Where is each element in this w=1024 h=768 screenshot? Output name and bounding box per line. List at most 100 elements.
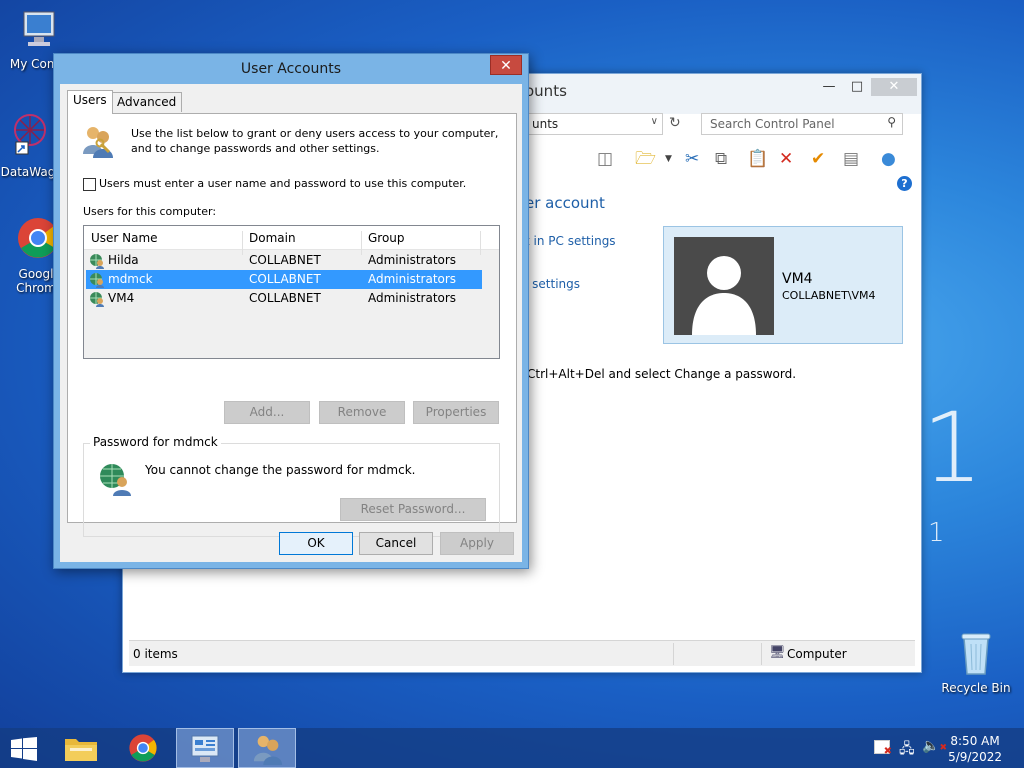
tab-users[interactable]: Users — [67, 90, 113, 114]
system-clock[interactable]: 8:50 AM 5/9/2022 — [948, 733, 1002, 765]
reset-password-button[interactable]: Reset Password... — [340, 498, 486, 521]
folder-icon[interactable]: 🗁 — [635, 146, 656, 172]
status-item-count: 0 items — [133, 647, 178, 661]
chevron-down-icon[interactable]: ∨ — [651, 116, 658, 127]
user-group-cell: Administrators — [368, 291, 457, 305]
rename-icon[interactable]: ▤ — [843, 146, 859, 172]
computer-icon: 🖥 — [769, 645, 786, 660]
watermark-digit: 1 — [922, 392, 984, 504]
address-bar[interactable]: unts ∨ — [525, 113, 663, 135]
require-login-checkbox[interactable] — [83, 178, 96, 191]
status-bar: 0 items 🖥 Computer — [129, 640, 915, 666]
user-domain-cell: COLLABNET — [249, 291, 321, 305]
ok-button[interactable]: OK — [279, 532, 353, 555]
maximize-button[interactable]: □ — [843, 78, 871, 96]
users-list-header: User Name Domain Group — [84, 226, 499, 255]
require-login-label[interactable]: Users must enter a user name and passwor… — [99, 177, 466, 190]
layout-icon[interactable]: ◫ — [597, 146, 613, 172]
taskbar-file-explorer[interactable] — [52, 728, 110, 768]
user-name-cell: VM4 — [108, 291, 135, 305]
users-icon — [253, 735, 283, 765]
avatar — [674, 237, 774, 335]
add-button[interactable]: Add... — [224, 401, 310, 424]
user-accounts-dialog: User Accounts ✕ Users Advanced Use the l… — [53, 53, 529, 569]
recycle-bin-icon — [961, 633, 991, 675]
table-row[interactable]: VM4 COLLABNET Administrators — [86, 289, 482, 308]
chevron-down-icon[interactable]: ▼ — [665, 146, 672, 172]
start-button[interactable] — [0, 728, 48, 768]
table-row-selected[interactable]: mdmck COLLABNET Administrators — [86, 270, 482, 289]
users-icon — [83, 127, 113, 158]
users-tab-panel: Use the list below to grant or deny user… — [67, 113, 517, 537]
dialog-client: Users Advanced Use the list below to gra… — [60, 84, 522, 562]
user-group-cell: Administrators — [368, 272, 457, 286]
user-globe-icon — [100, 464, 131, 496]
password-group: Password for mdmck You cannot change the… — [83, 435, 500, 537]
password-group-label: Password for mdmck — [90, 435, 221, 449]
link-settings[interactable]: l settings — [525, 277, 580, 291]
column-header-username[interactable]: User Name — [91, 231, 158, 245]
help-icon[interactable]: ? — [897, 176, 912, 191]
windows-logo-icon — [11, 737, 37, 761]
taskbar-user-accounts[interactable] — [238, 728, 296, 768]
user-card-account: COLLABNET\VM4 — [782, 289, 876, 302]
search-placeholder: Search Control Panel — [710, 117, 835, 131]
remove-button[interactable]: Remove — [319, 401, 405, 424]
delete-icon[interactable]: ✕ — [779, 146, 793, 172]
user-globe-icon — [90, 292, 104, 307]
ctrl-alt-del-text: Ctrl+Alt+Del and select Change a passwor… — [527, 367, 797, 381]
volume-muted-icon[interactable]: 🔈✖ — [922, 738, 947, 754]
shell-icon[interactable]: ● — [881, 146, 896, 172]
cancel-button[interactable]: Cancel — [359, 532, 433, 555]
search-input[interactable]: Search Control Panel ⚲ — [701, 113, 903, 135]
clock-date: 5/9/2022 — [948, 750, 1002, 764]
users-list[interactable]: User Name Domain Group Hilda COLLABNET A… — [83, 225, 500, 359]
folder-icon — [65, 739, 97, 761]
section-heading: er account — [525, 194, 605, 212]
properties-button[interactable]: Properties — [413, 401, 499, 424]
refresh-icon[interactable]: ↻ — [669, 115, 681, 131]
paste-icon[interactable]: 📋 — [747, 146, 768, 172]
status-divider — [673, 643, 674, 665]
user-silhouette-icon — [692, 256, 756, 335]
cut-icon[interactable]: ✂ — [685, 146, 699, 172]
close-button[interactable]: ✕ — [871, 78, 917, 96]
apply-button[interactable]: Apply — [440, 532, 514, 555]
user-name-cell: Hilda — [108, 253, 139, 267]
users-section-label: Users for this computer: — [83, 205, 217, 218]
user-globe-icon — [90, 273, 104, 288]
user-card-name: VM4 — [782, 271, 813, 287]
taskbar: ✖ 🖧 🔈✖ 8:50 AM 5/9/2022 — [0, 728, 1024, 768]
link-pc-settings[interactable]: t in PC settings — [525, 234, 616, 248]
user-card: VM4 COLLABNET\VM4 — [663, 226, 903, 344]
intro-text-line-2: and to change passwords and other settin… — [131, 142, 380, 155]
address-text: unts — [532, 117, 559, 131]
computer-icon — [23, 11, 55, 46]
user-globe-icon — [90, 254, 104, 269]
watermark-digit-small: 1 — [928, 518, 945, 548]
tab-advanced[interactable]: Advanced — [111, 92, 183, 112]
copy-icon[interactable]: ⧉ — [715, 146, 727, 172]
action-center-icon[interactable]: ✖ — [874, 740, 892, 757]
network-icon[interactable]: 🖧 — [899, 738, 915, 762]
close-button[interactable]: ✕ — [490, 55, 522, 75]
user-domain-cell: COLLABNET — [249, 272, 321, 286]
taskbar-chrome[interactable] — [114, 728, 172, 768]
desktop-icon-recycle-bin[interactable]: Recycle Bin — [938, 630, 1014, 695]
search-icon[interactable]: ⚲ — [887, 115, 896, 129]
intro-text-line-1: Use the list below to grant or deny user… — [131, 127, 499, 140]
chrome-icon — [129, 734, 157, 762]
control-panel-icon — [191, 735, 219, 762]
password-info-text: You cannot change the password for mdmck… — [145, 463, 416, 477]
column-header-group[interactable]: Group — [368, 231, 405, 245]
control-panel-title: ounts — [525, 82, 567, 100]
user-group-cell: Administrators — [368, 253, 457, 267]
desktop-icon-label: Recycle Bin — [941, 681, 1011, 695]
user-domain-cell: COLLABNET — [249, 253, 321, 267]
checkmark-icon[interactable]: ✔ — [811, 146, 825, 172]
taskbar-control-panel[interactable] — [176, 728, 234, 768]
dialog-title: User Accounts — [240, 61, 342, 77]
table-row[interactable]: Hilda COLLABNET Administrators — [86, 251, 482, 270]
column-header-domain[interactable]: Domain — [249, 231, 296, 245]
minimize-button[interactable]: — — [815, 78, 843, 96]
